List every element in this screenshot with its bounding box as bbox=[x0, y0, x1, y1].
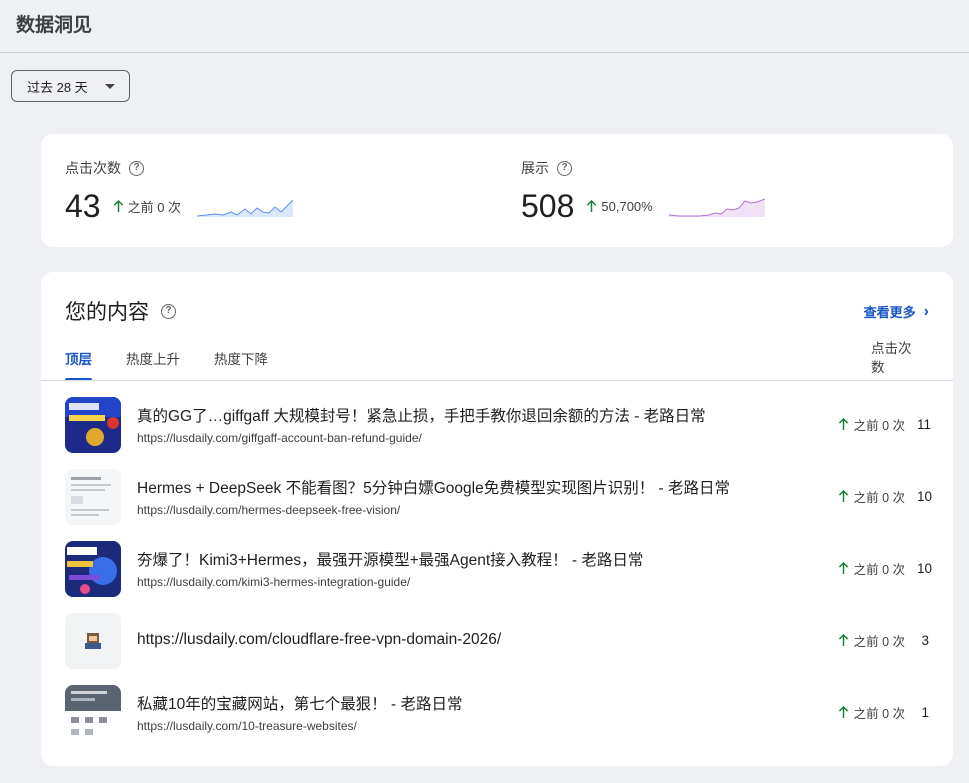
list-item[interactable]: https://lusdaily.com/cloudflare-free-vpn… bbox=[41, 606, 953, 678]
item-delta: 之前 0 次 bbox=[838, 415, 905, 434]
help-icon[interactable]: ? bbox=[161, 303, 176, 319]
divider bbox=[41, 380, 953, 381]
arrow-up-icon bbox=[113, 200, 123, 212]
arrow-up-icon bbox=[838, 490, 848, 502]
clicks-delta-text: 之前 0 次 bbox=[127, 200, 182, 215]
impressions-delta: 50,700% bbox=[586, 199, 653, 214]
tab-top[interactable]: 顶层 bbox=[65, 348, 92, 381]
item-delta-text: 之前 0 次 bbox=[853, 635, 905, 649]
item-url: https://lusdaily.com/hermes-deepseek-fre… bbox=[137, 503, 401, 517]
clicks-sparkline bbox=[197, 199, 294, 217]
page-header: 数据洞见 bbox=[0, 0, 969, 53]
item-title: 夯爆了！Kimi3+Hermes，最强开源模型+最强Agent接入教程！ - 老… bbox=[137, 552, 644, 569]
item-title: Hermes + DeepSeek 不能看图？5分钟白嫖Google免费模型实现… bbox=[137, 480, 730, 497]
impressions-label: 展示 bbox=[521, 160, 549, 176]
item-delta-text: 之前 0 次 bbox=[853, 491, 905, 505]
clicks-metric: 点击次数 ? 43 之前 0 次 bbox=[65, 158, 294, 225]
date-range-dropdown[interactable]: 过去 28 天 bbox=[11, 70, 130, 102]
help-icon[interactable]: ? bbox=[557, 160, 572, 176]
list-item[interactable]: Hermes + DeepSeek 不能看图？5分钟白嫖Google免费模型实现… bbox=[41, 462, 953, 534]
list-item[interactable]: 夯爆了！Kimi3+Hermes，最强开源模型+最强Agent接入教程！ - 老… bbox=[41, 534, 953, 606]
item-title: 私藏10年的宝藏网站，第七个最狠！ - 老路日常 bbox=[137, 696, 463, 713]
list-item[interactable]: 私藏10年的宝藏网站，第七个最狠！ - 老路日常 https://lusdail… bbox=[41, 678, 953, 750]
item-clicks: 1 bbox=[921, 705, 929, 720]
item-title: https://lusdaily.com/cloudflare-free-vpn… bbox=[137, 631, 502, 648]
content-title: 您的内容 bbox=[65, 301, 149, 324]
stats-card: 点击次数 ? 43 之前 0 次 展示 ? 508 50,700% bbox=[41, 134, 953, 247]
impressions-sparkline bbox=[668, 198, 765, 217]
item-delta-text: 之前 0 次 bbox=[853, 563, 905, 577]
impressions-metric: 展示 ? 508 50,700% bbox=[521, 158, 765, 225]
page-title: 数据洞见 bbox=[16, 15, 93, 36]
item-delta-text: 之前 0 次 bbox=[853, 707, 905, 721]
item-title: 真的GG了…giffgaff 大规模封号！紧急止损，手把手教你退回余额的方法 -… bbox=[137, 408, 706, 425]
clicks-label: 点击次数 bbox=[65, 160, 121, 176]
clicks-delta: 之前 0 次 bbox=[113, 197, 181, 216]
item-delta: 之前 0 次 bbox=[838, 487, 905, 506]
impressions-value: 508 bbox=[521, 188, 575, 224]
thumbnail bbox=[65, 685, 121, 741]
item-url: https://lusdaily.com/10-treasure-website… bbox=[137, 719, 357, 733]
date-range-value: 过去 28 天 bbox=[27, 79, 88, 95]
item-delta: 之前 0 次 bbox=[838, 559, 905, 578]
item-url: https://lusdaily.com/kimi3-hermes-integr… bbox=[137, 575, 411, 589]
content-heading: 您的内容 ? bbox=[65, 296, 176, 326]
clicks-column-header: 点击次数 bbox=[871, 341, 912, 375]
item-delta: 之前 0 次 bbox=[838, 631, 905, 650]
item-clicks: 10 bbox=[917, 561, 933, 576]
tab-trending-down[interactable]: 热度下降 bbox=[214, 348, 268, 380]
thumbnail bbox=[65, 613, 121, 669]
thumbnail bbox=[65, 541, 121, 597]
view-more-link[interactable]: 查看更多 › bbox=[864, 302, 929, 321]
your-content-card: 您的内容 ? 查看更多 › 顶层 热度上升 热度下降 点击次数 真的GG了…gi… bbox=[41, 272, 953, 766]
arrow-up-icon bbox=[838, 418, 848, 430]
tab-trending-up[interactable]: 热度上升 bbox=[126, 348, 180, 380]
arrow-up-icon bbox=[838, 706, 848, 718]
view-more-label: 查看更多 bbox=[863, 305, 916, 320]
help-icon[interactable]: ? bbox=[129, 160, 144, 176]
dropdown-caret-icon bbox=[105, 84, 115, 89]
list-item[interactable]: 真的GG了…giffgaff 大规模封号！紧急止损，手把手教你退回余额的方法 -… bbox=[41, 390, 953, 462]
clicks-value: 43 bbox=[65, 188, 101, 224]
item-clicks: 10 bbox=[917, 489, 933, 504]
content-list: 真的GG了…giffgaff 大规模封号！紧急止损，手把手教你退回余额的方法 -… bbox=[41, 390, 953, 750]
arrow-up-icon bbox=[587, 200, 597, 212]
item-url: https://lusdaily.com/giffgaff-account-ba… bbox=[137, 431, 422, 445]
item-clicks: 3 bbox=[921, 633, 929, 648]
content-tabs: 顶层 热度上升 热度下降 bbox=[65, 348, 302, 381]
thumbnail bbox=[65, 469, 121, 525]
arrow-up-icon bbox=[838, 634, 848, 646]
thumbnail bbox=[65, 397, 121, 453]
impressions-delta-text: 50,700% bbox=[601, 199, 653, 214]
chevron-right-icon: › bbox=[923, 302, 929, 320]
item-delta-text: 之前 0 次 bbox=[853, 419, 905, 433]
arrow-up-icon bbox=[838, 562, 848, 574]
item-clicks: 11 bbox=[917, 417, 932, 432]
item-delta: 之前 0 次 bbox=[838, 703, 905, 722]
